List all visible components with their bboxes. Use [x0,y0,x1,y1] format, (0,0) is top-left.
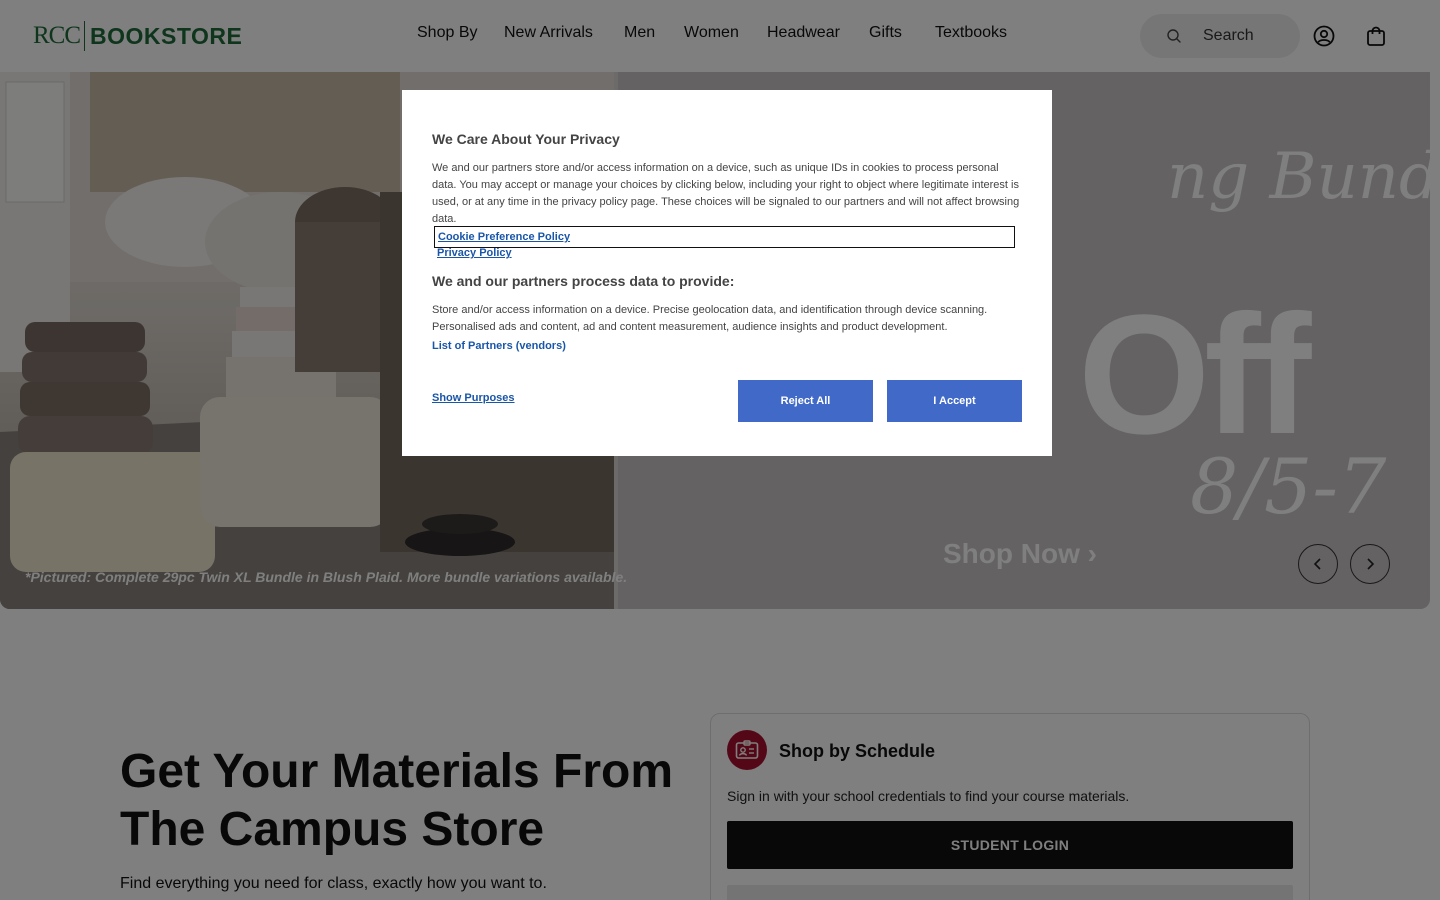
privacy-policy-link[interactable]: Privacy Policy [437,245,512,262]
modal-purposes-text: Store and/or access information on a dev… [432,304,988,333]
accept-button[interactable]: I Accept [887,380,1022,422]
reject-all-button[interactable]: Reject All [738,380,873,422]
show-purposes-link[interactable]: Show Purposes [432,392,515,404]
modal-body-text: We and our partners store and/or access … [432,162,1020,225]
cookie-policy-link[interactable]: Cookie Preference Policy [434,226,1015,248]
partners-list-link[interactable]: List of Partners (vendors) [432,340,566,352]
modal-subheading: We and our partners process data to prov… [432,273,735,289]
modal-title: We Care About Your Privacy [432,131,620,147]
privacy-consent-modal: We Care About Your Privacy We and our pa… [402,90,1052,456]
